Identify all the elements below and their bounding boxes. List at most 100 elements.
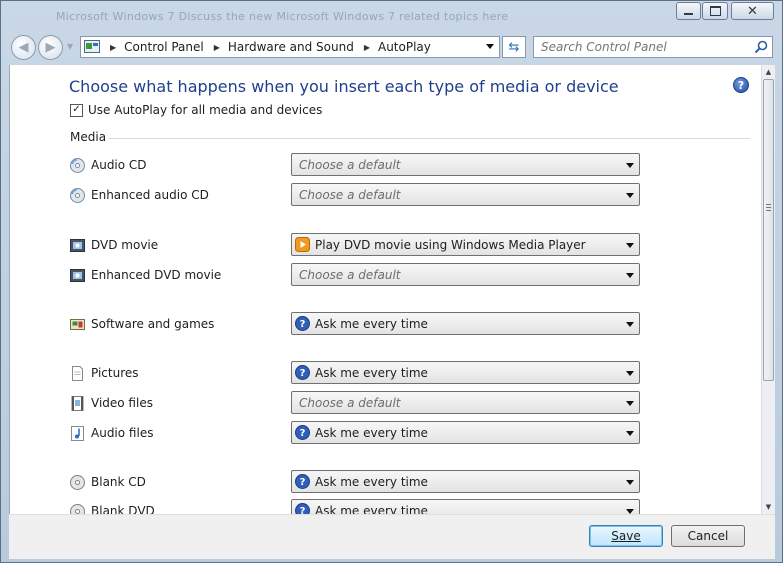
search-icon[interactable] — [754, 40, 768, 54]
dropdown-selected-value: Choose a default — [299, 396, 401, 410]
action-dropdown[interactable]: ? Ask me every time — [291, 470, 640, 493]
media-type-label: Enhanced DVD movie — [91, 268, 222, 282]
minimize-button[interactable] — [676, 2, 701, 20]
blank-cd-icon — [70, 504, 85, 514]
dvd-movie-icon — [70, 238, 85, 253]
chevron-down-icon — [626, 480, 634, 485]
action-dropdown[interactable]: Play DVD movie using Windows Media Playe… — [291, 233, 640, 256]
forward-button[interactable]: ▶ — [38, 35, 63, 60]
svg-text:?: ? — [300, 477, 306, 488]
save-button[interactable]: Save — [589, 525, 663, 547]
help-icon[interactable]: ? — [733, 77, 749, 93]
autoplay-settings-panel: Choose what happens when you insert each… — [9, 65, 762, 514]
address-dropdown-icon[interactable] — [486, 44, 494, 49]
media-row: DVD movie Play DVD movie using Windows Me… — [70, 233, 650, 257]
cd-icon — [70, 158, 85, 173]
address-bar[interactable]: ▶ Control Panel ▶ Hardware and Sound ▶ A… — [80, 36, 500, 58]
audio-file-icon — [70, 426, 85, 441]
action-dropdown[interactable]: ? Ask me every time — [291, 421, 640, 444]
breadcrumb-hardware-and-sound[interactable]: Hardware and Sound — [228, 40, 354, 54]
action-dropdown[interactable]: ? Ask me every time — [291, 312, 640, 335]
page-title: Choose what happens when you insert each… — [69, 77, 619, 96]
action-dropdown[interactable]: Choose a default — [291, 263, 640, 286]
media-row: Blank DVD? Ask me every time — [70, 499, 650, 514]
navigation-bar: ◀ ▶ ▼ ▶ Control Panel ▶ Hardware and Sou… — [1, 33, 782, 61]
dropdown-selected-value: Ask me every time — [315, 317, 428, 331]
autoplay-checkbox-label[interactable]: Use AutoPlay for all media and devices — [88, 103, 322, 117]
media-type-label: Pictures — [91, 366, 139, 380]
breadcrumb: ▶ Control Panel ▶ Hardware and Sound ▶ A… — [110, 40, 431, 54]
chevron-down-icon — [626, 163, 634, 168]
blank-cd-icon — [70, 475, 85, 490]
section-divider — [108, 138, 750, 139]
action-dropdown[interactable]: Choose a default — [291, 153, 640, 176]
question-icon: ? — [295, 365, 310, 380]
action-dropdown[interactable]: Choose a default — [291, 391, 640, 414]
svg-text:?: ? — [300, 428, 306, 439]
svg-text:?: ? — [300, 319, 306, 330]
breadcrumb-control-panel[interactable]: Control Panel — [124, 40, 204, 54]
autoplay-checkbox[interactable]: ✓ — [70, 103, 83, 117]
video-file-icon — [70, 396, 85, 411]
svg-text:?: ? — [300, 506, 306, 514]
forward-arrow-icon: ▶ — [45, 40, 56, 55]
recent-pages-chevron-icon[interactable]: ▼ — [67, 42, 73, 51]
picture-file-icon — [70, 366, 85, 381]
autoplay-checkbox-row[interactable]: ✓ Use AutoPlay for all media and devices — [70, 103, 322, 117]
dropdown-selected-value: Ask me every time — [315, 504, 428, 514]
refresh-button[interactable]: ⇆ — [502, 36, 526, 58]
chevron-down-icon — [626, 243, 634, 248]
media-section-title: Media — [70, 130, 107, 144]
media-row: Video files Choose a default — [70, 391, 650, 415]
scrollbar-thumb[interactable] — [763, 79, 774, 381]
media-row: Blank CD? Ask me every time — [70, 470, 650, 494]
media-row: Audio files? Ask me every time — [70, 421, 650, 445]
media-type-label: Audio CD — [91, 158, 147, 172]
chevron-down-icon — [626, 431, 634, 436]
cancel-button-label: Cancel — [687, 529, 729, 543]
search-input[interactable] — [534, 37, 755, 57]
media-row: Pictures ? Ask me every time — [70, 361, 650, 385]
window-title: Microsoft Windows 7 Discuss the new Micr… — [56, 10, 509, 23]
media-row: Software and games? Ask me every time — [70, 312, 650, 336]
dropdown-selected-value: Play DVD movie using Windows Media Playe… — [315, 238, 586, 252]
close-icon: ✕ — [747, 3, 758, 19]
close-button[interactable]: ✕ — [731, 2, 774, 20]
scroll-down-icon[interactable]: ▼ — [762, 500, 775, 514]
cd-icon — [70, 188, 85, 203]
action-dropdown[interactable]: ? Ask me every time — [291, 499, 640, 514]
maximize-button[interactable] — [702, 2, 728, 20]
dropdown-selected-value: Choose a default — [299, 268, 401, 282]
control-panel-icon — [84, 40, 100, 54]
back-button[interactable]: ◀ — [11, 35, 36, 60]
dialog-footer: Save Cancel — [9, 514, 775, 559]
action-dropdown[interactable]: ? Ask me every time — [291, 361, 640, 384]
question-icon: ? — [295, 316, 310, 331]
question-icon: ? — [295, 503, 310, 514]
media-player-icon — [295, 237, 310, 252]
dropdown-selected-value: Ask me every time — [315, 426, 428, 440]
chevron-down-icon — [626, 193, 634, 198]
search-box[interactable] — [533, 36, 773, 58]
back-arrow-icon: ◀ — [18, 40, 29, 55]
minimize-icon — [684, 13, 693, 15]
software-icon — [70, 317, 85, 332]
breadcrumb-autoplay[interactable]: AutoPlay — [378, 40, 431, 54]
question-icon: ? — [295, 474, 310, 489]
chevron-down-icon — [626, 273, 634, 278]
scroll-up-icon[interactable]: ▲ — [762, 65, 775, 79]
chevron-down-icon — [626, 401, 634, 406]
media-type-label: Audio files — [91, 426, 154, 440]
media-row: Enhanced audio CD Choose a default — [70, 183, 650, 207]
action-dropdown[interactable]: Choose a default — [291, 183, 640, 206]
media-type-label: Software and games — [91, 317, 215, 331]
media-row: Audio CD Choose a default — [70, 153, 650, 177]
cancel-button[interactable]: Cancel — [671, 525, 745, 547]
chevron-down-icon — [626, 322, 634, 327]
media-row: Enhanced DVD movie Choose a default — [70, 263, 650, 287]
svg-text:?: ? — [300, 368, 306, 379]
title-bar: Microsoft Windows 7 Discuss the new Micr… — [1, 1, 782, 31]
media-type-label: Enhanced audio CD — [91, 188, 209, 202]
vertical-scrollbar[interactable]: ▲ ▼ — [761, 65, 775, 514]
media-type-label: Blank DVD — [91, 504, 155, 514]
